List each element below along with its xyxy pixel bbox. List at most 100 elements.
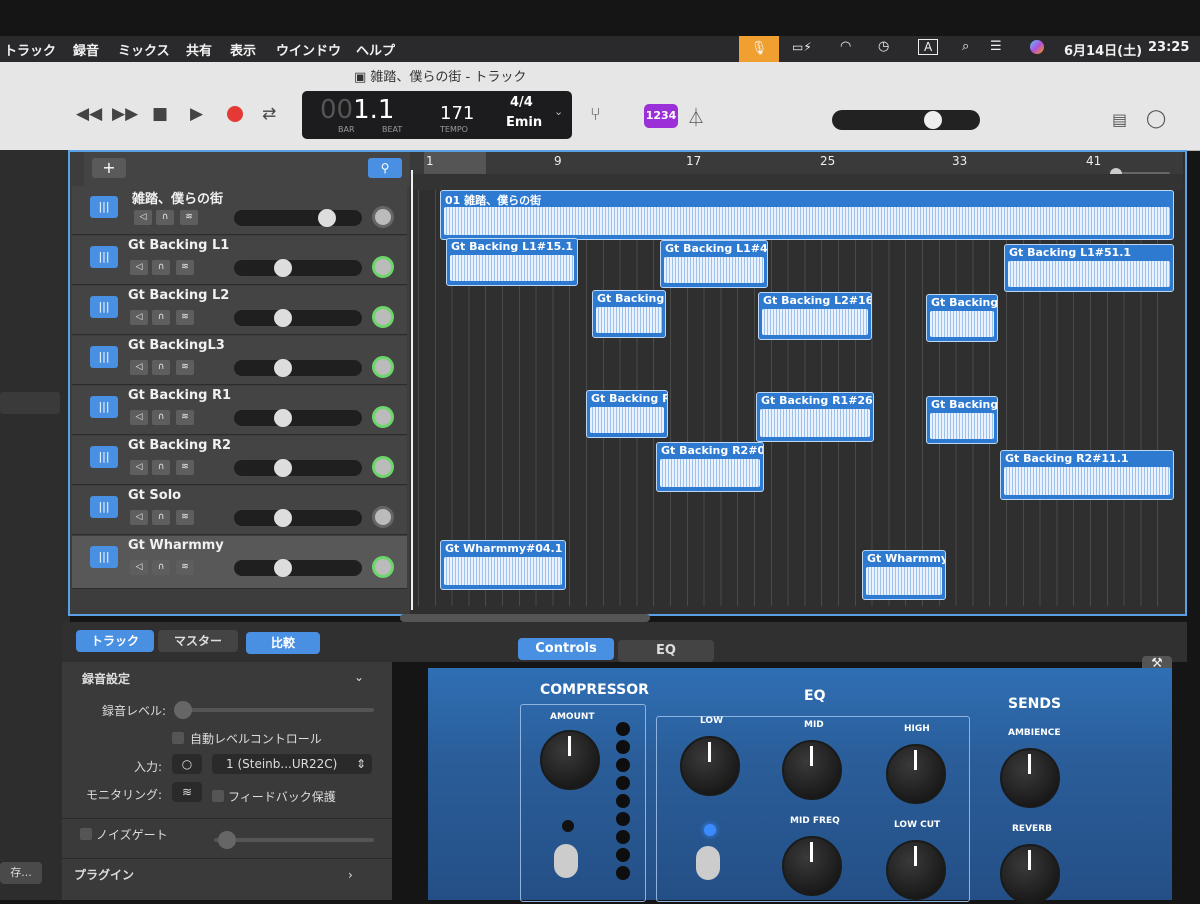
lcd-display[interactable]: 001.1 BAR BEAT 171 TEMPO 4/4 Emin ⌄ [302,91,572,139]
menu-help[interactable]: ヘルプ [356,40,395,59]
headphones-icon[interactable]: ∩ [152,310,170,325]
mute-icon[interactable]: ◁ [130,560,148,575]
feedback-checkbox[interactable] [212,790,224,802]
low-cut-knob[interactable] [886,840,946,900]
count-in-button[interactable]: 1234 [644,104,678,128]
region[interactable]: Gt Backing R1 [586,390,668,438]
pan-knob[interactable] [372,356,394,378]
region[interactable]: Gt Backing L1#51.1 [1004,244,1174,292]
track-row[interactable]: ||| Gt Backing L2 ◁ ∩ ≋ [72,286,407,335]
smart-tempo-icon[interactable]: ⚲ [368,158,402,178]
region[interactable]: Gt Backing L2#16.1 [758,292,872,340]
region[interactable]: Gt Backing R1#26.1 [756,392,874,442]
tab-controls[interactable]: Controls [518,638,614,660]
volume-knob[interactable] [274,409,292,427]
track-row[interactable]: ||| Gt Backing R1 ◁ ∩ ≋ [72,386,407,435]
menu-window[interactable]: ウインドウ [276,40,341,59]
ruler[interactable]: 1 9 17 25 33 41 [410,152,1183,180]
region[interactable]: Gt Backing L1#15.1 [446,238,578,286]
volume-slider[interactable] [234,509,362,527]
pan-knob[interactable] [372,256,394,278]
input-monitor-icon[interactable]: ≋ [176,510,194,525]
pan-knob[interactable] [372,506,394,528]
volume-knob[interactable] [274,459,292,477]
input-select[interactable]: 1 (Steinb...UR22C) ⇕ [212,754,372,774]
region[interactable]: Gt Backing R2#07. [656,442,764,492]
chevron-down-icon[interactable]: ⌄ [354,670,364,684]
eq-toggle-switch[interactable] [696,846,720,880]
volume-knob[interactable] [274,559,292,577]
track-row[interactable]: ||| Gt Backing L1 ◁ ∩ ≋ [72,236,407,285]
search-icon[interactable]: ⌕ [962,39,969,54]
mute-icon[interactable]: ◁ [130,310,148,325]
track-row-selected[interactable]: ||| Gt Wharmmy ◁ ∩ ≋ [72,536,407,589]
horizontal-scrollbar[interactable] [400,614,650,622]
rec-level-knob[interactable] [174,701,192,719]
wifi-icon[interactable]: ◠ [840,39,851,54]
mute-icon[interactable]: ◁ [130,360,148,375]
track-row[interactable]: ||| Gt Backing R2 ◁ ∩ ≋ [72,436,407,485]
input-source-icon[interactable]: A [918,39,939,55]
noise-gate-checkbox[interactable] [80,828,92,840]
region[interactable]: Gt Backing L [592,290,666,338]
volume-knob[interactable] [274,309,292,327]
region[interactable]: 01 雑踏、僕らの街 [440,190,1174,240]
tab-eq[interactable]: EQ [618,640,714,662]
rewind-icon[interactable]: ◀◀ [76,104,102,124]
volume-slider[interactable] [234,559,362,577]
rec-level-slider[interactable] [174,701,374,719]
volume-knob[interactable] [318,209,336,227]
mute-icon[interactable]: ◁ [130,510,148,525]
region[interactable]: Gt Backing [926,294,998,342]
track-row[interactable]: ||| Gt Solo ◁ ∩ ≋ [72,486,407,535]
track-name[interactable]: Gt Wharmmy [128,538,224,553]
pan-knob[interactable] [372,306,394,328]
headphones-icon[interactable]: ∩ [152,510,170,525]
mid-freq-knob[interactable] [782,836,842,896]
play-icon[interactable]: ▶ [190,104,203,124]
playhead[interactable] [411,170,413,610]
track-name[interactable]: Gt Backing L2 [128,288,229,303]
track-name[interactable]: Gt Solo [128,488,181,503]
volume-slider[interactable] [234,359,362,377]
cycle-icon[interactable]: ⇄ [262,104,276,124]
tuner-icon[interactable]: ⑂ [590,104,601,125]
pan-knob[interactable] [372,556,394,578]
siri-icon[interactable] [1030,40,1044,54]
menu-share[interactable]: 共有 [186,40,212,59]
region[interactable]: Gt Backing L1#44. [660,240,768,288]
control-center-icon[interactable]: ☰ [990,39,1002,54]
input-monitor-icon[interactable]: ≋ [176,460,194,475]
pan-knob[interactable] [372,406,394,428]
pan-knob[interactable] [372,206,394,228]
master-volume-knob[interactable] [924,111,942,129]
battery-icon[interactable]: ▭⚡ [792,40,812,54]
region[interactable]: Gt Wharmmy [862,550,946,600]
tab-master[interactable]: マスター [158,630,238,652]
noise-gate-slider[interactable] [214,831,374,849]
volume-knob[interactable] [274,509,292,527]
lcd-signature[interactable]: 4/4 [510,95,533,110]
loop-browser-icon[interactable]: ◯ [1146,108,1166,129]
volume-knob[interactable] [274,259,292,277]
master-volume-slider[interactable] [832,110,980,130]
volume-slider[interactable] [234,209,362,227]
compressor-toggle-switch[interactable] [554,844,578,878]
low-knob[interactable] [680,736,740,796]
microphone-icon[interactable]: 🎙 [739,36,779,62]
amount-knob[interactable] [540,730,600,790]
menu-track[interactable]: トラック [4,40,56,59]
high-knob[interactable] [886,744,946,804]
noise-gate-knob[interactable] [218,831,236,849]
track-name[interactable]: Gt Backing L1 [128,238,229,253]
record-button[interactable] [227,106,243,122]
stop-icon[interactable]: ■ [152,104,168,124]
monitoring-icon[interactable]: ≋ [172,782,202,802]
input-monitor-icon[interactable]: ≋ [180,210,198,225]
track-row[interactable]: ||| 雑踏、僕らの街 ◁ ∩ ≋ [72,186,407,235]
input-monitor-icon[interactable]: ≋ [176,260,194,275]
ambience-knob[interactable] [1000,748,1060,808]
volume-knob[interactable] [274,359,292,377]
volume-slider[interactable] [234,309,362,327]
lcd-key[interactable]: Emin [506,115,542,130]
